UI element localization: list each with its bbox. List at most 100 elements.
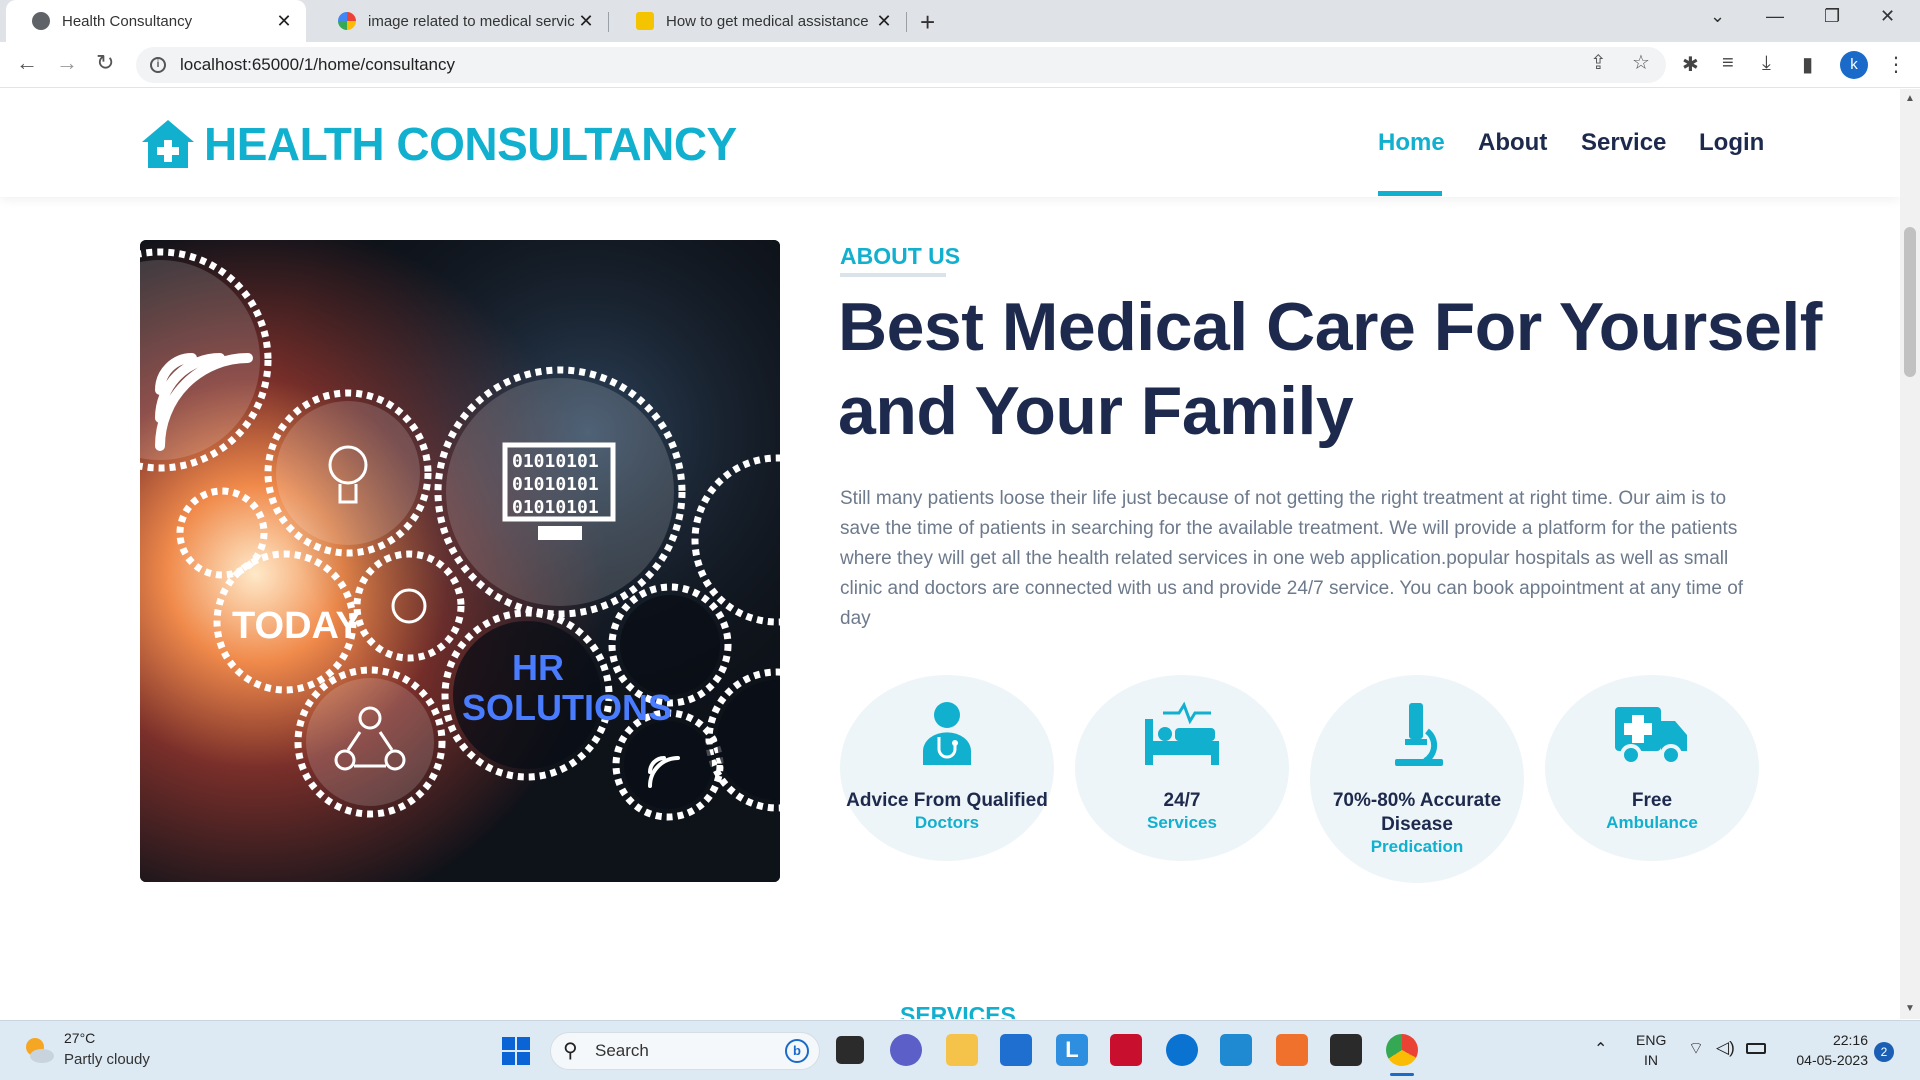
nav-service[interactable]: Service bbox=[1581, 129, 1666, 157]
tab-image-search[interactable]: image related to medical services ✕ bbox=[312, 0, 608, 42]
about-description: Still many patients loose their life jus… bbox=[840, 488, 1744, 629]
language-region[interactable]: IN bbox=[1636, 1052, 1666, 1068]
feature-subtitle: Predication bbox=[1370, 837, 1464, 856]
media-control-icon[interactable]: ≡ bbox=[1722, 52, 1734, 75]
tab-search-icon[interactable]: ⌄ bbox=[1710, 6, 1725, 27]
back-icon[interactable]: ← bbox=[16, 50, 38, 76]
tab-divider bbox=[906, 12, 907, 32]
doctor-icon bbox=[923, 702, 971, 765]
binary-text: 01010101 bbox=[512, 497, 599, 518]
taskbar-search[interactable]: ⚲ Search b bbox=[550, 1032, 820, 1070]
volume-icon[interactable]: ◁) bbox=[1716, 1038, 1735, 1058]
feature-subtitle: Doctors bbox=[914, 813, 980, 832]
site-header: HEALTH CONSULTANCY Home About Service Lo… bbox=[0, 89, 1900, 197]
eyebrow-underline bbox=[840, 273, 946, 277]
site-favicon-icon bbox=[636, 12, 654, 30]
close-tab-icon[interactable]: ✕ bbox=[574, 11, 598, 32]
page-viewport: HEALTH CONSULTANCY Home About Service Lo… bbox=[0, 89, 1900, 1019]
headline-line-1: Best Medical Care For Yourself bbox=[838, 289, 1822, 365]
tab-health-consultancy[interactable]: Health Consultancy ✕ bbox=[6, 0, 306, 42]
gears-illustration: 01010101 01010101 01010101 TODAY HR SOLU… bbox=[140, 240, 780, 882]
ambulance-icon bbox=[1615, 707, 1687, 766]
scroll-up-icon[interactable]: ▲ bbox=[1905, 93, 1915, 104]
bookmark-star-icon[interactable]: ☆ bbox=[1632, 50, 1650, 75]
file-explorer-icon[interactable] bbox=[946, 1034, 978, 1066]
weather-temperature[interactable]: 27°C bbox=[64, 1030, 95, 1046]
house-medical-icon bbox=[142, 120, 194, 168]
profile-avatar[interactable]: k bbox=[1840, 51, 1868, 79]
close-window-icon[interactable]: ✕ bbox=[1880, 6, 1895, 27]
binary-text: 01010101 bbox=[512, 451, 599, 472]
circle-app-icon[interactable] bbox=[1166, 1034, 1198, 1066]
page-title: Best Medical Care For Yourself and Your … bbox=[838, 285, 1838, 453]
feature-subtitle: Services bbox=[1147, 813, 1217, 832]
chrome-icon[interactable] bbox=[1386, 1034, 1418, 1066]
feature-free-ambulance: Free Ambulance bbox=[1545, 675, 1759, 861]
task-view-icon[interactable] bbox=[836, 1036, 864, 1064]
search-icon: ⚲ bbox=[563, 1040, 578, 1062]
tab-title: Health Consultancy bbox=[62, 12, 193, 30]
reload-icon[interactable]: ↻ bbox=[96, 50, 114, 76]
restore-icon[interactable]: ❐ bbox=[1824, 6, 1840, 27]
feature-accurate-prediction: 70%-80% Accurate Disease Predication bbox=[1310, 675, 1524, 883]
language-code[interactable]: ENG bbox=[1636, 1032, 1666, 1048]
address-bar[interactable]: i localhost:65000/1/home/consultancy bbox=[136, 47, 1666, 83]
windows-start-icon[interactable] bbox=[502, 1037, 530, 1065]
solutions-text: SOLUTIONS bbox=[462, 687, 672, 728]
close-tab-icon[interactable]: ✕ bbox=[272, 11, 296, 32]
about-image: 01010101 01010101 01010101 TODAY HR SOLU… bbox=[140, 240, 780, 882]
weather-partly-cloudy-icon bbox=[26, 1038, 54, 1063]
nav-home[interactable]: Home bbox=[1378, 129, 1445, 157]
extensions-icon[interactable]: ✱ bbox=[1682, 52, 1699, 77]
section-eyebrow: ABOUT US bbox=[840, 243, 961, 269]
weather-condition[interactable]: Partly cloudy bbox=[64, 1051, 150, 1068]
wifi-icon[interactable]: ⌔ bbox=[1688, 1038, 1704, 1059]
active-nav-indicator bbox=[1378, 191, 1442, 196]
feature-title: Free bbox=[1631, 790, 1673, 811]
globe-icon bbox=[32, 12, 50, 30]
site-info-icon[interactable]: i bbox=[150, 57, 166, 73]
feature-title: 24/7 bbox=[1163, 790, 1201, 811]
services-section-heading: SERVICES bbox=[900, 1002, 1016, 1019]
battery-icon[interactable] bbox=[1746, 1043, 1766, 1054]
terminal-icon[interactable] bbox=[1330, 1034, 1362, 1066]
search-label: Search bbox=[595, 1041, 649, 1060]
microsoft-store-icon[interactable] bbox=[1000, 1034, 1032, 1066]
tab-medical-assistance[interactable]: How to get medical assistance in ✕ bbox=[610, 0, 906, 42]
clock-time[interactable]: 22:16 bbox=[1782, 1032, 1868, 1048]
scroll-down-icon[interactable]: ▼ bbox=[1905, 1003, 1915, 1014]
today-text: TODAY bbox=[232, 605, 361, 647]
minimize-icon[interactable]: — bbox=[1766, 6, 1784, 27]
bing-icon[interactable]: b bbox=[785, 1039, 809, 1063]
feature-subtitle: Ambulance bbox=[1606, 813, 1698, 832]
taskbar: 27°C Partly cloudy ⚲ Search b L ⌃ ENG IN… bbox=[0, 1020, 1920, 1080]
side-panel-icon[interactable]: ▮ bbox=[1802, 52, 1813, 77]
hr-text: HR bbox=[512, 647, 564, 688]
forward-icon[interactable]: → bbox=[56, 50, 78, 76]
brand-logo[interactable]: HEALTH CONSULTANCY bbox=[140, 117, 737, 171]
mcafee-icon[interactable] bbox=[1110, 1034, 1142, 1066]
feature-title: 70%-80% Accurate Disease bbox=[1332, 790, 1502, 835]
nav-login[interactable]: Login bbox=[1699, 129, 1764, 157]
page-scrollbar[interactable]: ▲ ▼ bbox=[1900, 89, 1920, 1019]
notification-badge[interactable]: 2 bbox=[1874, 1042, 1894, 1062]
url-text[interactable]: localhost:65000/1/home/consultancy bbox=[180, 55, 455, 75]
launcher-app-icon[interactable]: L bbox=[1056, 1034, 1088, 1066]
vscode-icon[interactable] bbox=[1220, 1034, 1252, 1066]
teams-chat-icon[interactable] bbox=[890, 1034, 922, 1066]
browser-menu-icon[interactable]: ⋮ bbox=[1886, 52, 1906, 77]
feature-title: Advice From Qualified bbox=[846, 790, 1048, 811]
clock-date[interactable]: 04-05-2023 bbox=[1782, 1052, 1868, 1068]
tab-divider bbox=[608, 12, 609, 32]
download-icon[interactable]: ⤓ bbox=[1762, 52, 1771, 75]
tray-overflow-icon[interactable]: ⌃ bbox=[1594, 1039, 1607, 1059]
xampp-icon[interactable] bbox=[1276, 1034, 1308, 1066]
scrollbar-thumb[interactable] bbox=[1904, 227, 1916, 377]
share-icon[interactable]: ⇪ bbox=[1590, 50, 1607, 75]
browser-toolbar: ← → ↻ i localhost:65000/1/home/consultan… bbox=[0, 42, 1920, 88]
close-tab-icon[interactable]: ✕ bbox=[872, 11, 896, 32]
nav-about[interactable]: About bbox=[1478, 129, 1547, 157]
feature-qualified-doctors: Advice From Qualified Doctors bbox=[840, 675, 1054, 861]
new-tab-icon[interactable]: + bbox=[920, 7, 935, 38]
microscope-icon bbox=[1395, 703, 1443, 766]
